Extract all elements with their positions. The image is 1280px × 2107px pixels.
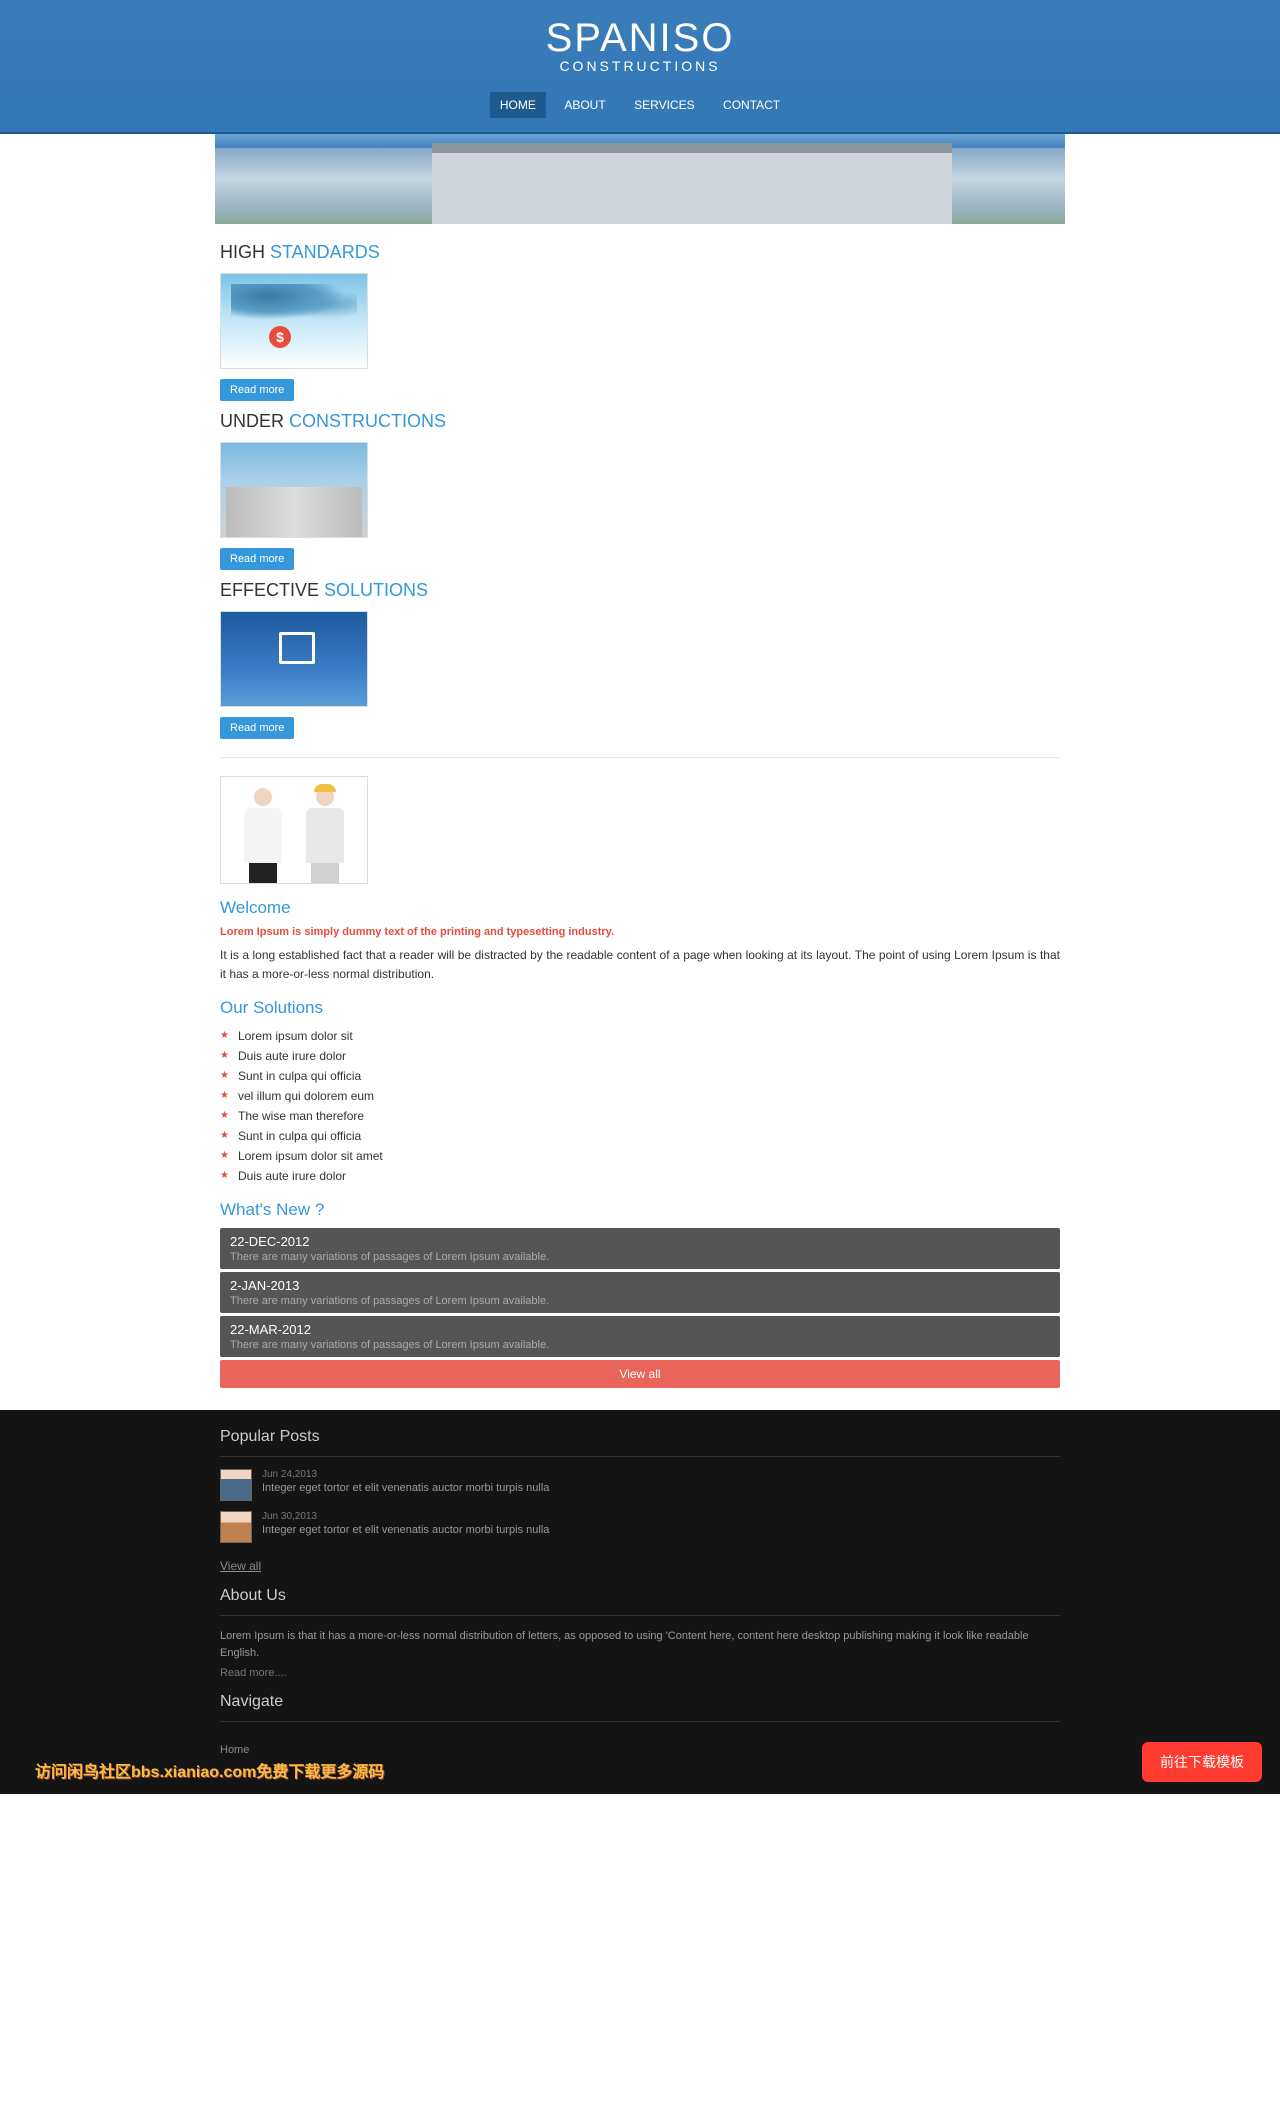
divider (220, 1456, 1060, 1457)
post-thumbnail (220, 1511, 252, 1543)
view-all-posts[interactable]: View all (220, 1559, 261, 1573)
post-date: Jun 30,2013 (262, 1511, 549, 1522)
whats-new-title: What's New ? (220, 1200, 1060, 1220)
news-item[interactable]: 2-JAN-2013 There are many variations of … (220, 1272, 1060, 1313)
nav-home[interactable]: HOME (490, 92, 546, 118)
list-item: The wise man therefore (220, 1106, 1060, 1126)
section-title-solutions: EFFECTIVE SOLUTIONS (220, 580, 1060, 601)
solutions-image (220, 611, 368, 707)
news-text: There are many variations of passages of… (230, 1251, 1050, 1263)
brand-subtitle: CONSTRUCTIONS (215, 58, 1065, 74)
view-all-news[interactable]: View all (220, 1360, 1060, 1388)
constructions-image (220, 442, 368, 538)
welcome-subtitle: Lorem Ipsum is simply dummy text of the … (220, 926, 1060, 938)
navigate-title: Navigate (220, 1693, 1060, 1711)
read-more-constructions[interactable]: Read more (220, 548, 294, 570)
section-title-constructions: UNDER CONSTRUCTIONS (220, 411, 1060, 432)
list-item: Sunt in culpa qui officia (220, 1066, 1060, 1086)
our-solutions-title: Our Solutions (220, 998, 1060, 1018)
popular-post[interactable]: Jun 30,2013 Integer eget tortor et elit … (220, 1511, 1060, 1543)
news-date: 22-DEC-2012 (230, 1234, 1050, 1249)
welcome-title: Welcome (220, 898, 1060, 918)
divider (220, 1721, 1060, 1722)
list-item: Sunt in culpa qui officia (220, 1126, 1060, 1146)
welcome-image (220, 776, 368, 884)
divider (220, 757, 1060, 758)
watermark-text: 访问闲鸟社区bbs.xianiao.com免费下载更多源码 (35, 1758, 384, 1782)
hero-banner (215, 134, 1065, 224)
nav-contact[interactable]: CONTACT (713, 92, 790, 118)
post-text: Integer eget tortor et elit venenatis au… (262, 1482, 549, 1494)
list-item: Duis aute irure dolor (220, 1166, 1060, 1186)
news-item[interactable]: 22-DEC-2012 There are many variations of… (220, 1228, 1060, 1269)
brand-title: SPANISO (215, 18, 1065, 58)
download-template-button[interactable]: 前往下载模板 (1142, 1742, 1262, 1782)
news-item[interactable]: 22-MAR-2012 There are many variations of… (220, 1316, 1060, 1357)
section-title-standards: HIGH STANDARDS (220, 242, 1060, 263)
popular-posts-title: Popular Posts (220, 1428, 1060, 1446)
post-text: Integer eget tortor et elit venenatis au… (262, 1524, 549, 1536)
solutions-list: Lorem ipsum dolor sit Duis aute irure do… (220, 1026, 1060, 1186)
footer-nav-home[interactable]: Home (220, 1744, 249, 1756)
popular-post[interactable]: Jun 24,2013 Integer eget tortor et elit … (220, 1469, 1060, 1501)
list-item: vel illum qui dolorem eum (220, 1086, 1060, 1106)
read-more-standards[interactable]: Read more (220, 379, 294, 401)
nav-services[interactable]: SERVICES (624, 92, 704, 118)
news-text: There are many variations of passages of… (230, 1295, 1050, 1307)
about-us-title: About Us (220, 1587, 1060, 1605)
read-more-solutions[interactable]: Read more (220, 717, 294, 739)
list-item: Lorem ipsum dolor sit amet (220, 1146, 1060, 1166)
nav-about[interactable]: ABOUT (554, 92, 615, 118)
news-date: 22-MAR-2012 (230, 1322, 1050, 1337)
post-date: Jun 24,2013 (262, 1469, 549, 1480)
list-item: Lorem ipsum dolor sit (220, 1026, 1060, 1046)
about-text: Lorem Ipsum is that it has a more-or-les… (220, 1628, 1060, 1661)
divider (220, 1615, 1060, 1616)
post-thumbnail (220, 1469, 252, 1501)
main-nav: HOME ABOUT SERVICES CONTACT (0, 80, 1280, 132)
list-item: Duis aute irure dolor (220, 1046, 1060, 1066)
standards-image (220, 273, 368, 369)
news-text: There are many variations of passages of… (230, 1339, 1050, 1351)
welcome-text: It is a long established fact that a rea… (220, 946, 1060, 984)
news-date: 2-JAN-2013 (230, 1278, 1050, 1293)
brand-logo: SPANISO CONSTRUCTIONS (215, 0, 1065, 74)
about-read-more[interactable]: Read more.... (220, 1667, 287, 1679)
